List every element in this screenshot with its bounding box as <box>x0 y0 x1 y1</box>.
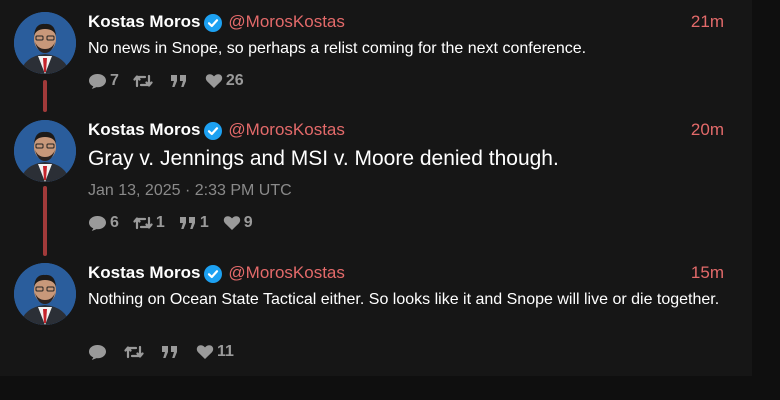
heart-icon <box>196 345 214 359</box>
tweet-text: Nothing on Ocean State Tactical either. … <box>88 291 720 308</box>
like-button[interactable]: 26 <box>205 72 244 90</box>
quote-icon <box>179 217 195 229</box>
quote-button[interactable]: 1 <box>179 214 209 232</box>
author-handle[interactable]: @MorosKostas <box>228 120 344 140</box>
retweet-button[interactable] <box>133 73 156 89</box>
like-button[interactable]: 11 <box>196 343 234 361</box>
tweet-text: Gray v. Jennings and MSI v. Moore denied… <box>88 147 559 170</box>
verified-badge-icon <box>204 14 223 32</box>
author-name[interactable]: Kostas Moros <box>88 12 200 32</box>
tweet-time[interactable]: 15m <box>691 263 724 283</box>
quote-button[interactable] <box>170 74 191 88</box>
retweet-icon <box>133 74 153 88</box>
tweet-header: Kostas Moros @MorosKostas 15m <box>88 261 738 285</box>
tweet[interactable]: Kostas Moros @MorosKostas 15m Nothing on… <box>0 261 752 367</box>
tweet-header: Kostas Moros @MorosKostas 20m <box>88 118 738 142</box>
like-count: 9 <box>243 214 253 231</box>
author-handle[interactable]: @MorosKostas <box>228 263 344 283</box>
author-handle[interactable]: @MorosKostas <box>228 12 344 32</box>
like-count: 11 <box>217 343 234 360</box>
tweet-date[interactable]: Jan 13, 2025 · 2:33 PM UTC <box>88 182 292 200</box>
quote-icon <box>162 346 177 358</box>
tweet[interactable]: Kostas Moros @MorosKostas 20m Gray v. Je… <box>0 118 752 248</box>
heart-icon <box>223 216 240 230</box>
avatar[interactable] <box>14 12 76 74</box>
tweet-time[interactable]: 21m <box>691 12 724 32</box>
tweet-time[interactable]: 20m <box>691 120 724 140</box>
like-count: 26 <box>225 72 244 89</box>
verified-badge-icon <box>204 122 223 140</box>
tweet-text: No news in Snope, so perhaps a relist co… <box>88 40 587 57</box>
avatar[interactable] <box>14 263 76 325</box>
tweet-stats: 7 26 <box>88 70 258 92</box>
verified-badge-icon <box>204 265 223 283</box>
tweet-stats: 6 1 1 9 <box>88 212 267 234</box>
author-name[interactable]: Kostas Moros <box>88 120 200 140</box>
retweet-icon <box>133 216 153 230</box>
quote-button[interactable] <box>161 345 182 359</box>
avatar[interactable] <box>14 120 76 182</box>
comment-icon <box>89 344 106 360</box>
tweet[interactable]: Kostas Moros @MorosKostas 21m No news in… <box>0 10 752 96</box>
reply-button[interactable]: 6 <box>88 214 119 232</box>
thread-timeline: Kostas Moros @MorosKostas 21m No news in… <box>0 0 752 376</box>
quote-count: 1 <box>199 214 209 231</box>
retweet-button[interactable] <box>124 344 147 360</box>
retweet-button[interactable]: 1 <box>133 214 165 232</box>
author-name[interactable]: Kostas Moros <box>88 263 200 283</box>
retweet-icon <box>124 345 144 359</box>
heart-icon <box>205 74 223 88</box>
tweet-header: Kostas Moros @MorosKostas 21m <box>88 10 738 34</box>
retweet-count: 1 <box>155 214 165 231</box>
quote-icon <box>170 75 186 87</box>
reply-count: 7 <box>110 72 119 89</box>
like-button[interactable]: 9 <box>223 214 253 232</box>
comment-icon <box>89 73 106 89</box>
tweet-stats: 11 <box>88 341 248 363</box>
comment-icon <box>89 215 106 231</box>
reply-count: 6 <box>110 214 119 231</box>
reply-button[interactable]: 7 <box>88 72 119 90</box>
reply-button[interactable] <box>88 344 110 361</box>
